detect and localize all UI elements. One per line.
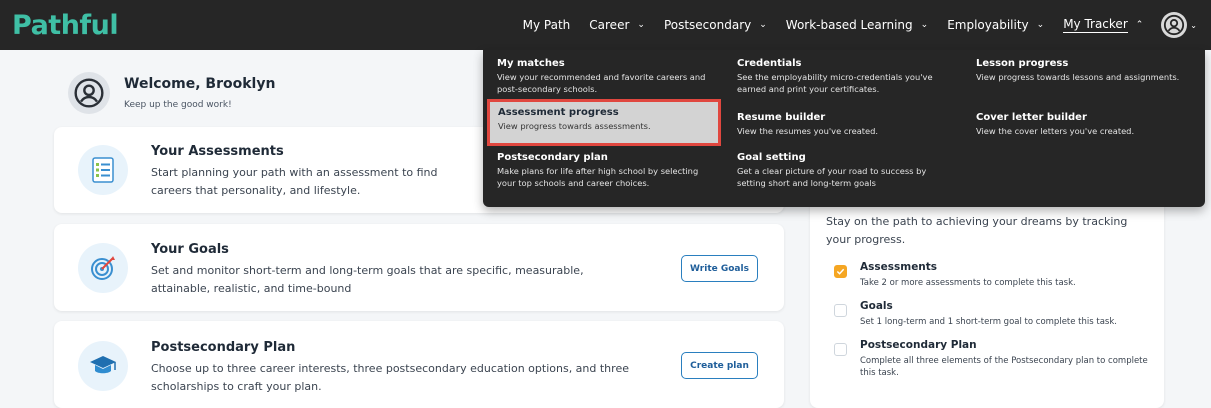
create-plan-button[interactable]: Create plan	[681, 352, 758, 379]
welcome-title: Welcome, Brooklyn	[124, 76, 276, 92]
menu-item-title: Lesson progress	[976, 58, 1069, 69]
menu-item-title: My matches	[497, 58, 565, 69]
nav-my-tracker[interactable]: My Tracker ⌃	[1063, 17, 1143, 33]
checklist-icon	[78, 145, 128, 195]
menu-item-title: Postsecondary plan	[497, 152, 608, 163]
tracker-intro: Stay on the path to achieving your dream…	[826, 215, 1128, 246]
tracker-task-goals: Goals Set 1 long-term and 1 short-term g…	[834, 300, 1150, 328]
task-title: Goals	[860, 300, 893, 312]
brand-name: Pathful	[12, 9, 119, 41]
nav-career[interactable]: Career ⌄	[589, 18, 645, 32]
goals-card: Your Goals Set and monitor short-term an…	[54, 224, 784, 311]
chevron-up-icon: ⌃	[1135, 20, 1144, 30]
target-icon	[78, 243, 128, 293]
chevron-down-icon: ⌄	[1036, 20, 1045, 30]
card-title: Your Assessments	[151, 144, 284, 159]
menu-item-credentials[interactable]: Credentials See the employability micro-…	[723, 55, 955, 95]
menu-item-description: View progress towards lessons and assign…	[976, 72, 1180, 82]
card-title: Postsecondary Plan	[151, 340, 296, 355]
task-checkbox[interactable]	[834, 343, 847, 356]
my-tracker-dropdown-menu: My matches View your recommended and fav…	[483, 50, 1205, 207]
menu-item-description: View the resumes you've created.	[737, 126, 879, 136]
card-description: Set and monitor short-term and long-term…	[151, 264, 584, 295]
menu-item-title: Assessment progress	[498, 107, 619, 118]
welcome-header: Welcome, Brooklyn Keep up the good work!	[68, 72, 275, 114]
nav-my-path[interactable]: My Path	[523, 18, 571, 32]
chevron-down-icon: ⌄	[637, 20, 645, 30]
menu-item-title: Resume builder	[737, 112, 826, 123]
menu-item-resume-builder[interactable]: Resume builder View the resumes you've c…	[723, 109, 955, 137]
menu-item-lesson-progress[interactable]: Lesson progress View progress towards le…	[962, 55, 1205, 83]
task-description: Set 1 long-term and 1 short-term goal to…	[860, 317, 1117, 327]
postsecondary-plan-card: Postsecondary Plan Choose up to three ca…	[54, 321, 784, 408]
menu-item-description: Make plans for life after high school by…	[497, 166, 699, 188]
task-checkbox[interactable]	[834, 304, 847, 317]
write-goals-button[interactable]: Write Goals	[681, 255, 758, 282]
menu-item-description: View the cover letters you've created.	[976, 126, 1135, 136]
card-title: Your Goals	[151, 242, 229, 257]
card-description: Choose up to three career interests, thr…	[151, 362, 629, 393]
task-title: Assessments	[860, 261, 938, 273]
menu-item-my-matches[interactable]: My matches View your recommended and fav…	[483, 55, 715, 95]
user-circle-icon	[1161, 12, 1188, 38]
nav-employability[interactable]: Employability ⌄	[947, 18, 1044, 32]
pathful-logo[interactable]: Pathful	[12, 6, 119, 44]
nav-postsecondary[interactable]: Postsecondary ⌄	[664, 18, 767, 32]
my-tracker-panel: Stay on the path to achieving your dream…	[810, 195, 1164, 408]
menu-item-description: See the employability micro-credentials …	[737, 72, 933, 94]
menu-item-cover-letter-builder[interactable]: Cover letter builder View the cover lett…	[962, 109, 1205, 137]
nav-work-based-learning[interactable]: Work-based Learning ⌄	[786, 18, 928, 32]
tracker-task-postsecondary-plan: Postsecondary Plan Complete all three el…	[834, 339, 1150, 379]
menu-item-title: Cover letter builder	[976, 112, 1087, 123]
chevron-down-icon: ⌄	[1190, 20, 1197, 30]
menu-item-description: Get a clear picture of your road to succ…	[737, 166, 927, 188]
user-menu-button[interactable]: ⌄	[1161, 12, 1197, 38]
menu-item-title: Goal setting	[737, 152, 806, 163]
chevron-down-icon: ⌄	[759, 20, 767, 30]
menu-item-description: View progress towards assessments.	[498, 121, 651, 131]
graduation-cap-icon	[78, 341, 128, 391]
task-title: Postsecondary Plan	[860, 339, 977, 351]
main-nav: My Path Career ⌄ Postsecondary ⌄ Work-base…	[504, 0, 1197, 50]
task-description: Take 2 or more assessments to complete t…	[860, 278, 1076, 288]
welcome-subtitle: Keep up the good work!	[124, 100, 232, 110]
menu-item-title: Credentials	[737, 58, 802, 69]
task-checkbox[interactable]	[834, 265, 847, 278]
user-circle-icon	[68, 72, 110, 114]
card-description: Start planning your path with an assessm…	[151, 166, 438, 197]
menu-item-assessment-progress[interactable]: Assessment progress View progress toward…	[487, 99, 721, 146]
menu-item-description: View your recommended and favorite caree…	[497, 72, 706, 94]
tracker-task-assessments: Assessments Take 2 or more assessments t…	[834, 261, 1150, 289]
chevron-down-icon: ⌄	[920, 20, 929, 30]
menu-item-goal-setting[interactable]: Goal setting Get a clear picture of your…	[723, 149, 955, 189]
task-description: Complete all three elements of the Posts…	[860, 356, 1148, 378]
top-navigation-bar: Pathful My Path Career ⌄ Postsecondary ⌄ W…	[0, 0, 1211, 50]
menu-item-postsecondary-plan[interactable]: Postsecondary plan Make plans for life a…	[483, 149, 715, 189]
